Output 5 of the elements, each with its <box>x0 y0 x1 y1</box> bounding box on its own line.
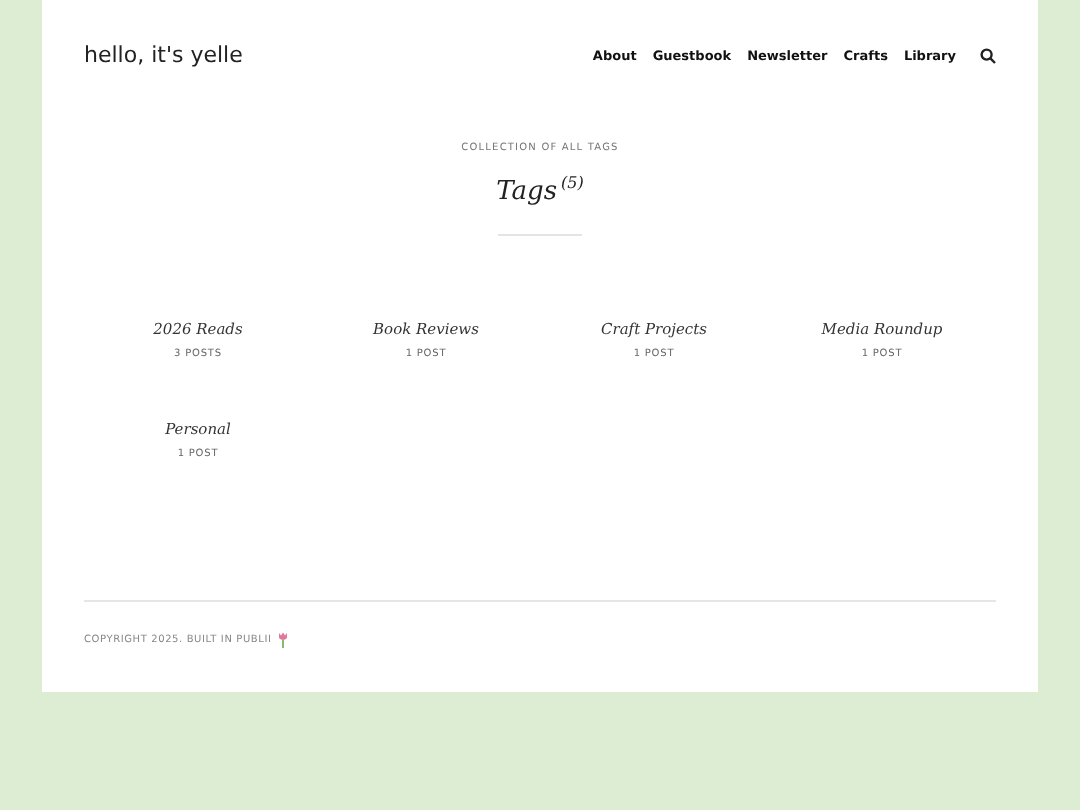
page-heading: Tags <box>496 176 558 207</box>
site-title[interactable]: hello, it's yelle <box>84 42 243 68</box>
search-icon[interactable] <box>980 47 996 63</box>
tag-count: (5) <box>561 174 584 192</box>
tulip-icon <box>277 632 288 649</box>
